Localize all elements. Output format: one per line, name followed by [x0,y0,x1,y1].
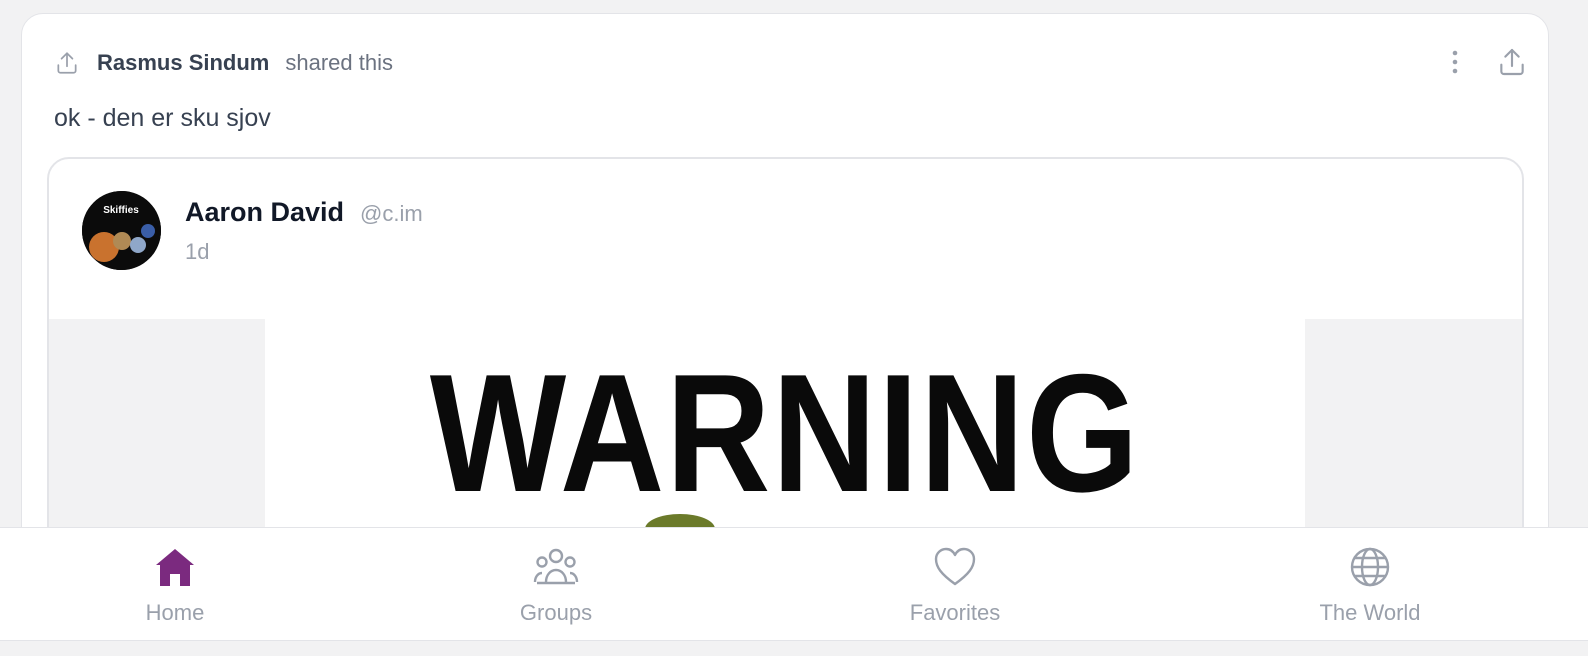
home-icon [152,544,198,590]
author-line: Aaron David @c.im [185,197,423,228]
post-actions [1440,44,1530,80]
bottom-navigation: Home Groups Favorites The World [0,527,1588,641]
nav-groups[interactable]: Groups [456,544,656,634]
post-message: ok - den er sku sjov [54,104,271,132]
nav-favorites[interactable]: Favorites [855,544,1055,634]
groups-icon [533,544,579,590]
author-handle[interactable]: @c.im [360,201,423,227]
nav-home[interactable]: Home [75,544,275,634]
warning-image-text: WARNING [429,339,1141,527]
author-name[interactable]: Aaron David [185,197,344,228]
shared-label: shared this [285,50,393,75]
avatar-label: Skiffies [103,205,139,216]
avatar[interactable]: Skiffies [82,191,161,270]
post-time[interactable]: 1d [185,239,209,265]
share-header: Rasmus Sindum shared this [54,46,393,80]
share-icon[interactable] [1494,44,1530,80]
more-vertical-icon[interactable] [1440,44,1470,80]
upload-icon [54,50,80,76]
nav-groups-label: Groups [519,600,593,625]
nav-home-label: Home [145,600,205,625]
heart-icon [932,544,978,590]
nav-favorites-label: Favorites [909,600,1001,625]
globe-icon [1347,544,1393,590]
nav-the-world-label: The World [1319,600,1421,625]
nav-the-world[interactable]: The World [1270,544,1470,634]
sharer-name[interactable]: Rasmus Sindum [97,50,269,76]
